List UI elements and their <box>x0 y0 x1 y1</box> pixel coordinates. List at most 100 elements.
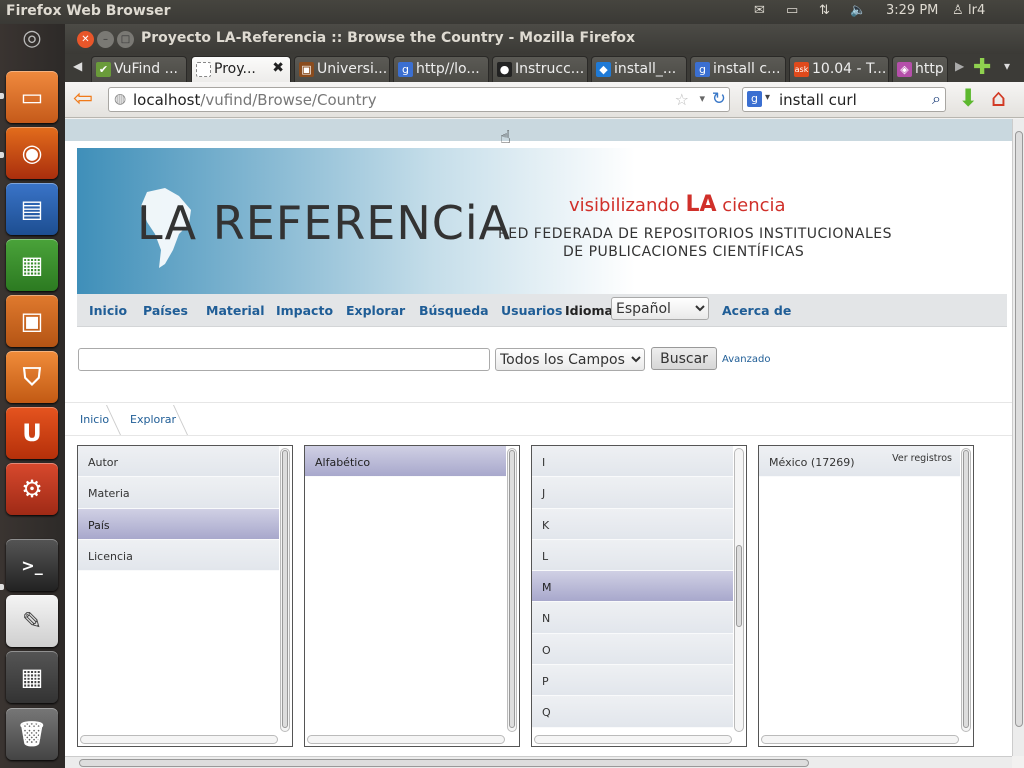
minimize-window-button[interactable]: – <box>97 31 114 48</box>
browse-letter-item[interactable]: L <box>532 539 733 572</box>
tab[interactable]: ◈ http <box>892 56 948 82</box>
user-icon[interactable]: ♙ <box>952 3 964 18</box>
engine-dropdown-icon[interactable]: ▾ <box>765 92 770 103</box>
system-settings-icon[interactable]: ⚙ <box>6 463 58 515</box>
maximize-window-button[interactable]: □ <box>117 31 134 48</box>
new-tab-plus-icon[interactable]: ✚ <box>973 55 991 80</box>
files-icon[interactable]: ▭ <box>6 71 58 123</box>
tab[interactable]: ask 10.04 - T... <box>789 56 889 82</box>
menu-inicio[interactable]: Inicio <box>89 303 127 318</box>
browse-list: México (17269) Ver registros <box>759 446 973 478</box>
browse-letter-item[interactable]: N <box>532 602 733 634</box>
tab[interactable]: ◆ install_... <box>591 56 687 82</box>
browse-type-item[interactable]: Materia <box>78 477 279 509</box>
close-window-button[interactable]: ✕ <box>77 31 94 48</box>
browse-list: I J K L M N O P Q <box>532 446 746 728</box>
firefox-icon[interactable]: ◉ <box>6 127 58 179</box>
battery-icon[interactable]: ▭ <box>786 3 798 18</box>
url-bar[interactable]: ◍ localhost/vufind/Browse/Country ☆ ▾ ↻ <box>108 87 730 112</box>
mail-icon[interactable]: ✉ <box>754 3 765 18</box>
search-input[interactable] <box>78 348 490 371</box>
close-tab-icon[interactable]: ✖ <box>272 60 284 76</box>
vertical-scrollbar[interactable] <box>280 448 290 732</box>
browse-letter-item-label: O <box>542 643 551 657</box>
tab[interactable]: g http//lo... <box>393 56 489 82</box>
tab[interactable]: ● Instrucc... <box>492 56 588 82</box>
vertical-scrollbar[interactable] <box>507 448 517 732</box>
browse-letter-item[interactable]: K <box>532 508 733 540</box>
tab-scroll-left-icon[interactable]: ◀ <box>73 59 82 73</box>
user-name[interactable]: lr4 <box>968 3 985 18</box>
menu-acerca-de[interactable]: Acerca de <box>722 303 791 318</box>
network-icon[interactable]: ⇅ <box>819 3 830 18</box>
horizontal-scrollbar[interactable] <box>307 735 505 744</box>
askubuntu-favicon-icon: ask <box>794 62 809 77</box>
tab[interactable]: ✔ VuFind ... <box>91 56 187 82</box>
workspace-switcher-icon[interactable]: ▦ <box>6 651 58 703</box>
divider <box>65 402 1012 403</box>
advanced-search-link[interactable]: Avanzado <box>722 354 770 365</box>
browse-letter-item[interactable]: M <box>532 571 733 603</box>
page-content: LA REFERENCiA visibilizando LA ciencia R… <box>65 119 1012 756</box>
browse-type-item[interactable]: Licencia <box>78 539 279 572</box>
software-center-icon[interactable]: ⛉ <box>6 351 58 403</box>
search-magnifier-icon[interactable]: ⌕ <box>932 89 941 109</box>
browse-column-type: Autor Materia País Licencia <box>77 445 293 747</box>
site-identity-icon[interactable]: ◍ <box>114 91 126 107</box>
tab-scroll-right-icon[interactable]: ▶ <box>955 59 964 73</box>
list-all-tabs-icon[interactable]: ▾ <box>1004 59 1010 73</box>
home-icon[interactable]: ⌂ <box>991 84 1006 112</box>
downloads-arrow-icon[interactable]: ⬇ <box>958 84 978 112</box>
browse-column-letters: I J K L M N O P Q <box>531 445 747 747</box>
tab[interactable]: ▣ Universi... <box>294 56 390 82</box>
browse-letter-item[interactable]: P <box>532 665 733 697</box>
menu-material[interactable]: Material <box>206 303 265 318</box>
back-arrow-icon[interactable]: ⇦ <box>73 84 93 112</box>
volume-icon[interactable]: 🔈 <box>850 3 866 18</box>
menu-impacto[interactable]: Impacto <box>276 303 333 318</box>
browse-letter-item[interactable]: Q <box>532 696 733 728</box>
tab[interactable]: g install c... <box>690 56 786 82</box>
vertical-scrollbar[interactable] <box>961 448 971 732</box>
reload-icon[interactable]: ↻ <box>712 89 726 109</box>
browse-letter-item[interactable]: J <box>532 477 733 509</box>
horizontal-scrollbar[interactable] <box>534 735 732 744</box>
url-path: /vufind/Browse/Country <box>200 91 377 109</box>
view-records-link[interactable]: Ver registros <box>892 453 952 464</box>
tab-active[interactable]: Proy... ✖ <box>191 56 291 82</box>
browse-type-item[interactable]: País <box>78 508 279 540</box>
menu-explorar[interactable]: Explorar <box>346 303 405 318</box>
browse-result-item[interactable]: México (17269) Ver registros <box>759 446 960 478</box>
page-vertical-scrollbar[interactable] <box>1012 119 1024 756</box>
libreoffice-impress-icon[interactable]: ▣ <box>6 295 58 347</box>
ubuntu-one-icon[interactable]: U <box>6 407 58 459</box>
browse-letter-item[interactable]: O <box>532 633 733 666</box>
browse-letter-item[interactable]: I <box>532 446 733 478</box>
browse-letter-item-label: P <box>542 675 549 689</box>
terminal-icon[interactable]: >_ <box>6 539 58 591</box>
menu-usuarios[interactable]: Usuarios <box>501 303 562 318</box>
vertical-scrollbar[interactable] <box>734 448 744 732</box>
bookmark-star-icon[interactable]: ☆ <box>675 90 689 109</box>
site-banner: LA REFERENCiA visibilizando LA ciencia R… <box>77 148 1007 294</box>
web-search-box[interactable]: g ▾ install curl ⌕ <box>742 87 946 112</box>
history-dropdown-icon[interactable]: ▾ <box>699 92 705 105</box>
search-button[interactable]: Buscar <box>651 347 717 370</box>
text-editor-icon[interactable]: ✎ <box>6 595 58 647</box>
menu-paises[interactable]: Países <box>143 303 188 318</box>
clock[interactable]: 3:29 PM <box>886 3 938 18</box>
navigation-toolbar: ⇦ ◍ localhost/vufind/Browse/Country ☆ ▾ … <box>65 82 1024 118</box>
horizontal-scrollbar[interactable] <box>761 735 959 744</box>
libreoffice-calc-icon[interactable]: ▦ <box>6 239 58 291</box>
browse-type-item[interactable]: Autor <box>78 446 279 478</box>
menu-busqueda[interactable]: Búsqueda <box>419 303 489 318</box>
libreoffice-writer-icon[interactable]: ▤ <box>6 183 58 235</box>
search-scope-select[interactable]: Todos los Campos <box>495 348 645 371</box>
dash-home-icon[interactable]: ◎ <box>6 24 58 52</box>
trash-icon[interactable]: 🗑 <box>6 708 58 760</box>
page-horizontal-scrollbar[interactable] <box>65 756 1012 768</box>
browse-sort-item[interactable]: Alfabético <box>305 446 506 478</box>
language-select[interactable]: Español <box>611 297 709 320</box>
horizontal-scrollbar[interactable] <box>80 735 278 744</box>
google-engine-icon[interactable]: g <box>747 91 762 107</box>
